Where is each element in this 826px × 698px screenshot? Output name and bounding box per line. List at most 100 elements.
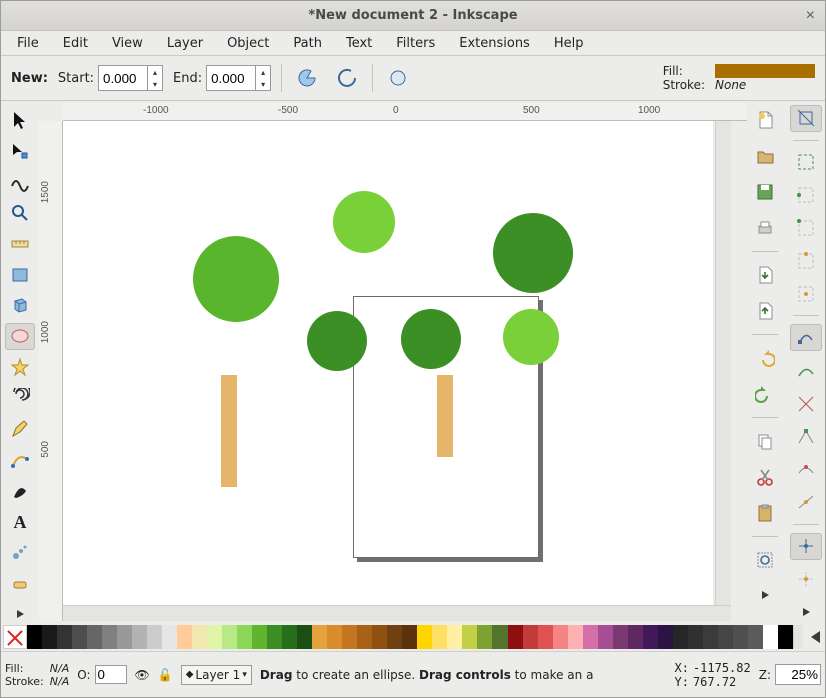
- swatch[interactable]: [402, 625, 417, 649]
- status-stroke-value[interactable]: N/A: [50, 675, 69, 688]
- tool-zoom[interactable]: [5, 200, 35, 227]
- swatch[interactable]: [553, 625, 568, 649]
- swatch[interactable]: [583, 625, 598, 649]
- export-icon[interactable]: [749, 296, 781, 326]
- toolbox-more[interactable]: [5, 607, 35, 621]
- snap-bbox-icon[interactable]: [790, 149, 822, 176]
- layer-visibility-icon[interactable]: 👁: [135, 668, 150, 682]
- layer-selector[interactable]: ◆ Layer 1 ▾: [181, 665, 252, 685]
- scrollbar-horizontal[interactable]: [63, 605, 731, 621]
- tool-ellipse[interactable]: [5, 323, 35, 350]
- snap-path-icon[interactable]: [790, 357, 822, 384]
- make-whole-icon[interactable]: [383, 63, 413, 93]
- opacity-input[interactable]: [95, 665, 127, 684]
- swatch[interactable]: [538, 625, 553, 649]
- swatch[interactable]: [327, 625, 342, 649]
- copy-icon[interactable]: [749, 426, 781, 456]
- swatch[interactable]: [643, 625, 658, 649]
- paste-icon[interactable]: [749, 498, 781, 528]
- tool-node[interactable]: [5, 138, 35, 165]
- import-icon[interactable]: [749, 260, 781, 290]
- swatch[interactable]: [613, 625, 628, 649]
- snap-intersection-icon[interactable]: [790, 390, 822, 417]
- swatch[interactable]: [357, 625, 372, 649]
- zoom-selection-icon[interactable]: [749, 545, 781, 575]
- swatch[interactable]: [237, 625, 252, 649]
- swatch[interactable]: [658, 625, 673, 649]
- menu-text[interactable]: Text: [336, 33, 382, 54]
- scrollbar-vertical[interactable]: [715, 121, 731, 605]
- palette-menu-icon[interactable]: [806, 625, 824, 649]
- swatch[interactable]: [417, 625, 432, 649]
- tool-selector[interactable]: [5, 107, 35, 134]
- swatch[interactable]: [282, 625, 297, 649]
- end-spin[interactable]: ▴▾: [206, 65, 271, 91]
- start-input[interactable]: [99, 66, 147, 90]
- swatch[interactable]: [162, 625, 177, 649]
- snap-edge-mid-icon[interactable]: [790, 248, 822, 275]
- start-spin[interactable]: ▴▾: [98, 65, 163, 91]
- close-icon[interactable]: ×: [806, 7, 815, 25]
- swatch[interactable]: [192, 625, 207, 649]
- toolbar-more-right[interactable]: [790, 605, 822, 619]
- cut-icon[interactable]: [749, 462, 781, 492]
- snap-toggle-icon[interactable]: [790, 105, 822, 132]
- swatch[interactable]: [177, 625, 192, 649]
- swatch[interactable]: [447, 625, 462, 649]
- tool-spiral[interactable]: [5, 385, 35, 412]
- menu-layer[interactable]: Layer: [157, 33, 213, 54]
- end-down[interactable]: ▾: [256, 78, 270, 90]
- swatch[interactable]: [27, 625, 42, 649]
- new-document-icon[interactable]: [749, 105, 781, 135]
- save-document-icon[interactable]: [749, 177, 781, 207]
- end-input[interactable]: [207, 66, 255, 90]
- swatch[interactable]: [778, 625, 793, 649]
- zoom-input[interactable]: [775, 664, 821, 685]
- tool-text[interactable]: A: [5, 508, 35, 535]
- tool-bezier[interactable]: [5, 446, 35, 473]
- fill-swatch[interactable]: [715, 64, 815, 78]
- arc-open-icon[interactable]: [332, 63, 362, 93]
- menu-file[interactable]: File: [7, 33, 49, 54]
- snap-cusp-icon[interactable]: [790, 423, 822, 450]
- swatch[interactable]: [267, 625, 282, 649]
- swatch[interactable]: [72, 625, 87, 649]
- snap-line-mid-icon[interactable]: [790, 489, 822, 516]
- swatch[interactable]: [718, 625, 733, 649]
- undo-icon[interactable]: [749, 343, 781, 373]
- print-document-icon[interactable]: [749, 213, 781, 243]
- menu-filters[interactable]: Filters: [386, 33, 445, 54]
- swatch[interactable]: [628, 625, 643, 649]
- swatch[interactable]: [387, 625, 402, 649]
- swatch[interactable]: [117, 625, 132, 649]
- snap-other-icon[interactable]: [790, 533, 822, 560]
- swatch[interactable]: [222, 625, 237, 649]
- tool-3dbox[interactable]: [5, 292, 35, 319]
- arc-slice-icon[interactable]: [292, 63, 322, 93]
- tool-star[interactable]: [5, 354, 35, 381]
- tool-calligraphy[interactable]: [5, 477, 35, 504]
- status-fill-value[interactable]: N/A: [50, 662, 69, 675]
- menu-edit[interactable]: Edit: [53, 33, 98, 54]
- layer-lock-icon[interactable]: 🔓: [158, 668, 173, 682]
- swatch[interactable]: [57, 625, 72, 649]
- swatch[interactable]: [342, 625, 357, 649]
- redo-icon[interactable]: [749, 379, 781, 409]
- swatch[interactable]: [688, 625, 703, 649]
- snap-center-icon[interactable]: [790, 281, 822, 308]
- tool-eraser[interactable]: [5, 570, 35, 597]
- toolbar-more-left[interactable]: [749, 587, 781, 603]
- canvas[interactable]: [63, 121, 713, 605]
- menu-path[interactable]: Path: [283, 33, 332, 54]
- snap-object-center-icon[interactable]: [790, 566, 822, 593]
- menu-help[interactable]: Help: [544, 33, 594, 54]
- swatch[interactable]: [477, 625, 492, 649]
- snap-node-icon[interactable]: [790, 324, 822, 351]
- swatch[interactable]: [132, 625, 147, 649]
- swatch[interactable]: [372, 625, 387, 649]
- swatch[interactable]: [523, 625, 538, 649]
- swatch[interactable]: [492, 625, 507, 649]
- swatch[interactable]: [312, 625, 327, 649]
- swatch[interactable]: [462, 625, 477, 649]
- tool-tweak[interactable]: [5, 169, 35, 196]
